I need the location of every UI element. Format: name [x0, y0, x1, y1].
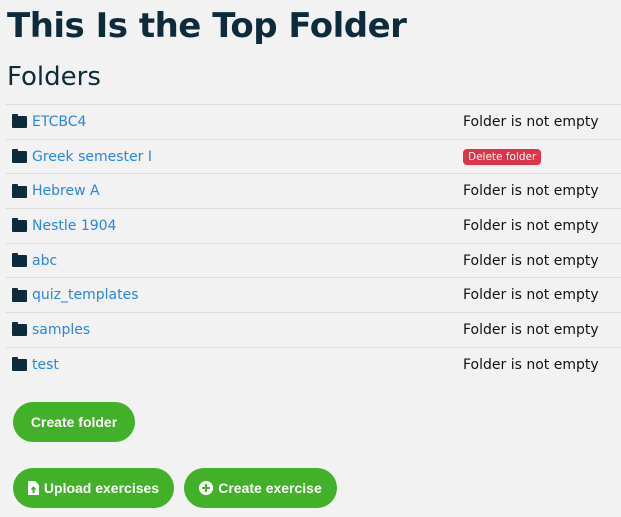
create-exercise-button[interactable]: Create exercise: [184, 468, 337, 508]
folder-link[interactable]: Hebrew A: [32, 183, 100, 199]
folder-status: Folder is not empty: [463, 183, 599, 200]
table-row: Greek semester I Delete folder: [6, 138, 621, 174]
create-exercise-label: Create exercise: [218, 480, 322, 496]
table-row: abc Folder is not empty: [6, 242, 621, 278]
section-heading: Folders: [7, 62, 101, 92]
folder-link[interactable]: quiz_templates: [32, 287, 139, 303]
folder-icon: [12, 218, 27, 233]
table-row: test Folder is not empty: [6, 346, 621, 382]
upload-exercises-label: Upload exercises: [43, 480, 160, 496]
table-row: Nestle 1904 Folder is not empty: [6, 208, 621, 243]
folder-icon: [12, 287, 27, 302]
folder-status: Folder is not empty: [463, 321, 599, 338]
folder-link[interactable]: test: [32, 357, 59, 373]
table-row: Hebrew A Folder is not empty: [6, 173, 621, 208]
folder-link[interactable]: abc: [32, 253, 57, 269]
folder-icon: [12, 322, 27, 337]
table-row: samples Folder is not empty: [6, 312, 621, 347]
create-folder-button[interactable]: Create folder: [13, 402, 135, 442]
folder-icon: [12, 114, 27, 129]
table-row: quiz_templates Folder is not empty: [6, 277, 621, 312]
folder-status: Folder is not empty: [463, 113, 599, 130]
table-row: ETCBC4 Folder is not empty: [6, 104, 621, 139]
plus-circle-icon: [199, 481, 214, 495]
folder-icon: [12, 253, 27, 268]
folder-icon: [12, 149, 27, 164]
folder-link[interactable]: Greek semester I: [32, 149, 152, 165]
folder-link[interactable]: Nestle 1904: [32, 218, 116, 234]
folder-status: Folder is not empty: [463, 217, 599, 234]
folder-link[interactable]: samples: [32, 322, 90, 338]
file-upload-icon: [27, 481, 39, 495]
create-folder-label: Create folder: [30, 414, 118, 430]
folder-link[interactable]: ETCBC4: [32, 114, 86, 130]
page-title: This Is the Top Folder: [7, 6, 407, 46]
upload-exercises-button[interactable]: Upload exercises: [13, 468, 174, 508]
folder-icon: [12, 357, 27, 372]
folder-status: Folder is not empty: [463, 356, 599, 373]
delete-folder-button[interactable]: Delete folder: [463, 148, 542, 165]
folder-status: Folder is not empty: [463, 252, 599, 269]
folder-icon: [12, 183, 27, 198]
folder-status: Folder is not empty: [463, 287, 599, 304]
folder-table: ETCBC4 Folder is not empty Greek semester…: [6, 104, 621, 382]
